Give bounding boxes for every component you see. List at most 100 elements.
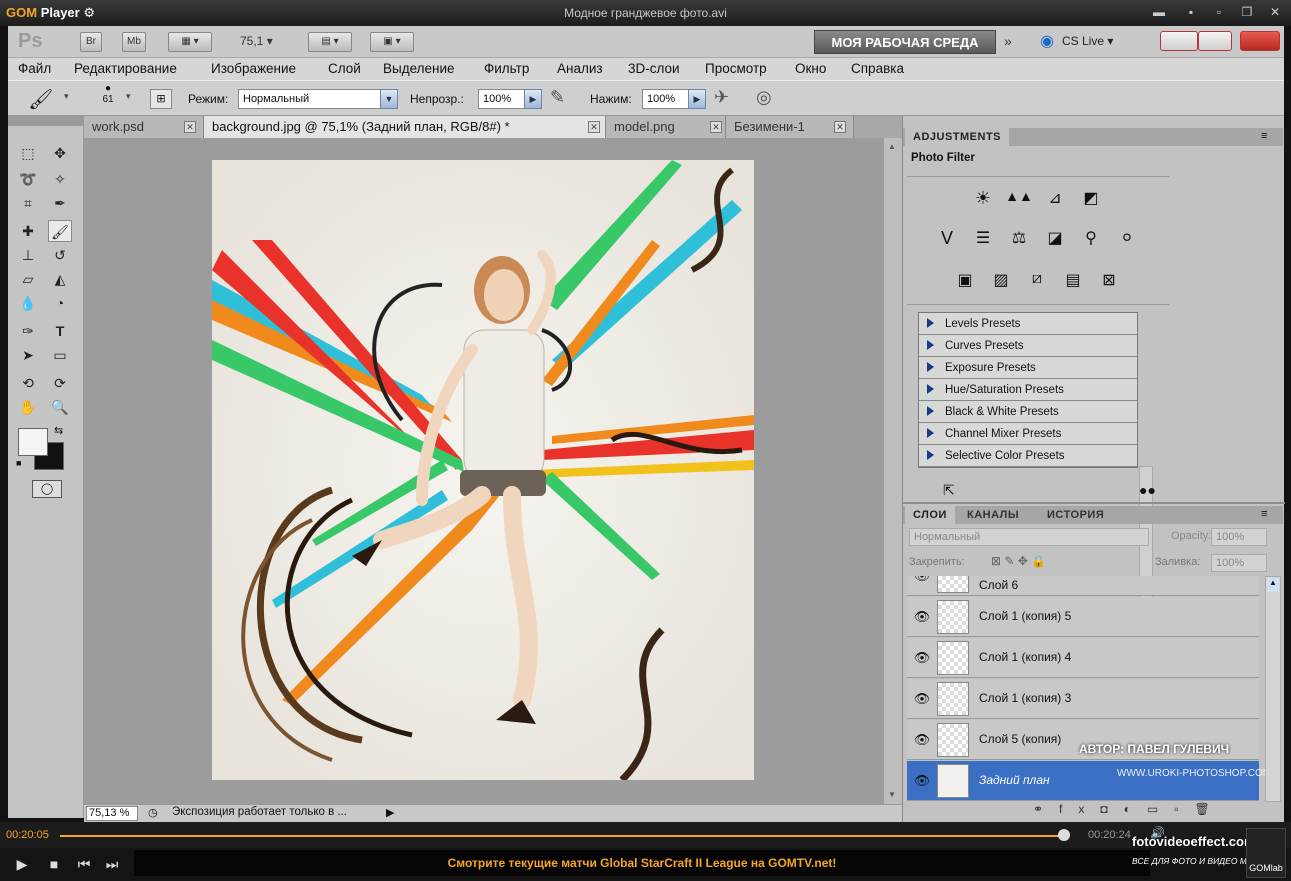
maximize-button[interactable]: ▫ [1210,4,1228,20]
menu-select[interactable]: Выделение [383,61,455,76]
close-tab-icon[interactable]: ✕ [834,121,846,133]
dropdown-arrow-icon[interactable]: ▾ [126,91,131,102]
menu-view[interactable]: Просмотр [705,61,767,76]
menu-line-icon[interactable]: ▬ [1150,4,1168,20]
blend-mode-select[interactable]: Нормальный [909,528,1149,546]
move-tool-icon[interactable]: ✥ [48,142,72,164]
arrange-documents-button[interactable]: ▤ ▾ [308,32,352,52]
gradient-map-icon[interactable]: ▤ [1059,270,1087,294]
photo-filter-icon[interactable]: ⚲ [1077,228,1105,252]
layer-bottom-icons[interactable]: ⚭fx◘◐▭▫🗑 [1033,802,1226,816]
layer-row-selected[interactable]: 👁 Задний план [907,761,1259,801]
tab-model-png[interactable]: model.png ✕ [606,116,726,138]
brightness-icon[interactable]: ☀ [969,188,997,212]
ps-minimize-button[interactable] [1160,31,1198,51]
ps-close-button[interactable] [1240,31,1280,51]
preset-exposure[interactable]: Exposure Presets [919,357,1137,379]
close-tab-icon[interactable]: ✕ [710,121,722,133]
hand-tool-icon[interactable]: ✋ [16,396,40,418]
preset-curves[interactable]: Curves Presets [919,335,1137,357]
color-balance-icon[interactable]: ⚖ [1005,228,1033,252]
selective-color-icon[interactable]: ⊠ [1095,270,1123,294]
paint-bucket-tool-icon[interactable]: ◭ [48,268,72,290]
expand-triangle-icon[interactable] [927,428,934,438]
restore-button[interactable]: ❐ [1238,4,1256,20]
history-brush-tool-icon[interactable]: ↺ [48,244,72,266]
curves-icon[interactable]: ⊿ [1041,188,1069,212]
menu-3d[interactable]: 3D-слои [628,61,680,76]
expand-triangle-icon[interactable] [927,362,934,372]
vibrance-icon[interactable]: V [933,228,961,252]
seek-progress[interactable] [60,835,1064,837]
tablet-pressure-opacity-icon[interactable]: ✎ [550,87,565,108]
exposure-icon[interactable]: ◩ [1077,188,1105,212]
menu-file[interactable]: Файл [18,61,51,76]
menu-image[interactable]: Изображение [211,61,296,76]
tab-adjustments[interactable]: ADJUSTMENTS [905,128,1010,146]
foreground-color-swatch-front[interactable] [18,428,48,456]
brush-tool-icon[interactable]: 🖌 [28,87,53,112]
screen-mode-button[interactable]: ▣ ▾ [370,32,414,52]
preset-black-white[interactable]: Black & White Presets [919,401,1137,423]
gomlab-button[interactable]: GOMlab [1246,828,1286,878]
preset-hue-saturation[interactable]: Hue/Saturation Presets [919,379,1137,401]
eye-icon[interactable]: 👁 [911,650,933,666]
layer-fill-input[interactable]: 100% [1211,554,1267,572]
eye-icon[interactable]: 👁 [911,576,933,584]
gom-ticker[interactable]: Смотрите текущие матчи Global StarCraft … [134,850,1150,876]
menu-layer[interactable]: Слой [328,61,361,76]
gom-seekbar[interactable]: 00:20:05 00:20:24 🔊 [0,822,1291,848]
opacity-input[interactable]: 100% [478,89,526,109]
menu-help[interactable]: Справка [851,61,904,76]
posterize-icon[interactable]: ▨ [987,270,1015,294]
channel-mixer-icon[interactable]: ⚪ [1113,228,1141,252]
menu-analysis[interactable]: Анализ [557,61,603,76]
panel-menu-icon[interactable]: ≡ [1261,130,1267,142]
tab-history[interactable]: ИСТОРИЯ [1039,506,1112,524]
status-menu-arrow-icon[interactable]: ▶ [386,806,394,819]
mode-select[interactable]: Нормальный [238,89,396,109]
dropdown-arrow-icon[interactable]: ▾ [64,91,69,102]
eraser-tool-icon[interactable]: ▱ [16,268,40,290]
levels-icon[interactable]: ▲▲ [1005,188,1033,212]
3d-rotate-tool-icon[interactable]: ⟲ [16,372,40,394]
invert-icon[interactable]: ▣ [951,270,979,294]
expand-triangle-icon[interactable] [927,318,934,328]
next-icon[interactable]: ⏭ [102,856,122,873]
layer-opacity-input[interactable]: 100% [1211,528,1267,546]
lock-icons[interactable]: ⊠ ✎ ✥ 🔒 [991,554,1046,568]
preset-channel-mixer[interactable]: Channel Mixer Presets [919,423,1137,445]
3d-orbit-tool-icon[interactable]: ⟳ [48,372,72,394]
tab-work-psd[interactable]: work.psd ✕ [84,116,204,138]
eye-icon[interactable]: 👁 [911,691,933,707]
preset-levels[interactable]: Levels Presets [919,313,1137,335]
chevron-right-icon[interactable]: » [1004,33,1012,49]
cslive-menu[interactable]: CS Live ▾ [1062,34,1113,48]
close-tab-icon[interactable]: ✕ [588,121,600,133]
airbrush-icon[interactable]: ✈ [714,87,729,108]
expand-triangle-icon[interactable] [927,450,934,460]
rectangle-tool-icon[interactable]: ▭ [48,344,72,366]
close-button[interactable]: ✕ [1266,4,1284,20]
default-colors-icon[interactable]: ■ [16,458,21,468]
flow-slider-arrow[interactable]: ▶ [688,89,706,109]
expand-triangle-icon[interactable] [927,384,934,394]
return-to-list-icon[interactable]: ⇱ [943,482,955,499]
brush-panel-toggle-icon[interactable]: ⊞ [150,89,172,109]
swap-colors-icon[interactable]: ⇆ [54,424,63,437]
eyedropper-tool-icon[interactable]: ✒ [48,192,72,214]
layer-row[interactable]: 👁 Слой 1 (копия) 5 [907,597,1259,637]
previous-icon[interactable]: ⏮ [74,856,94,873]
canvas-vertical-scrollbar[interactable]: ▲ ▼ [884,138,902,804]
scroll-up-icon[interactable]: ▲ [888,142,896,151]
workspace-button[interactable]: МОЯ РАБОЧАЯ СРЕДА [814,30,996,54]
opacity-slider-arrow[interactable]: ▶ [524,89,542,109]
brush-preset-picker[interactable]: ● 61 [98,83,118,105]
lasso-tool-icon[interactable]: ➰ [16,168,40,190]
zoom-field[interactable]: 75,13 % [86,806,138,821]
clone-stamp-tool-icon[interactable]: ⊥ [16,244,40,266]
expanded-view-icon[interactable]: ●● [1139,482,1156,498]
expand-triangle-icon[interactable] [927,340,934,350]
healing-brush-tool-icon[interactable]: ✚ [16,220,40,242]
menu-window[interactable]: Окно [795,61,826,76]
